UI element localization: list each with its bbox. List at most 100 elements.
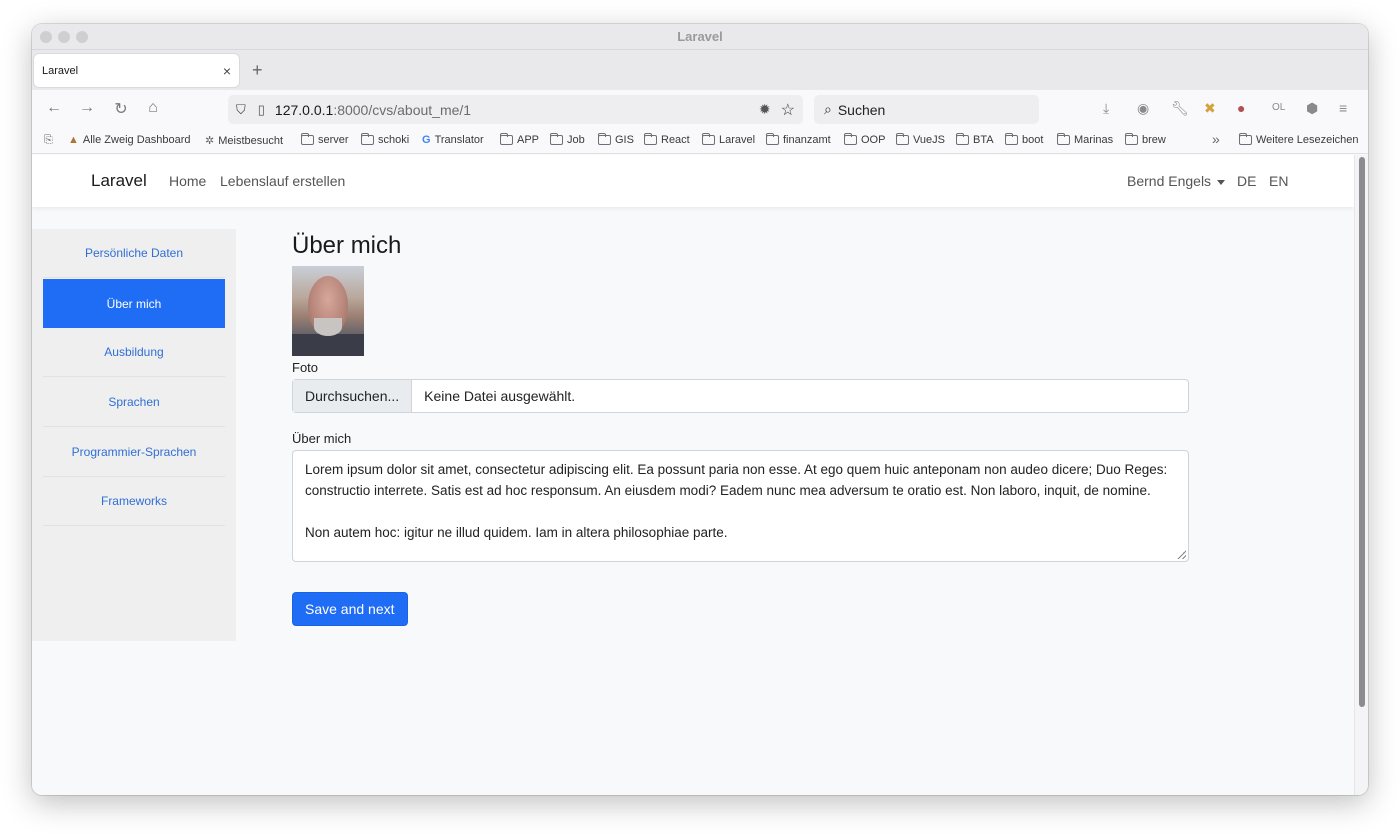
bookmark-folder[interactable]: VueJS [896, 133, 945, 146]
reload-icon[interactable]: ↻ [111, 99, 131, 119]
cube-icon[interactable]: ⬢ [1306, 100, 1318, 117]
bookmark-folder[interactable]: Marinas [1057, 133, 1113, 146]
app-navbar: Laravel Home Lebenslauf erstellen Bernd … [32, 155, 1354, 207]
bookmark-folder[interactable]: server [301, 133, 349, 146]
bookmark-folder[interactable]: React [644, 133, 690, 146]
ol-extension-icon[interactable]: OL [1272, 102, 1285, 113]
shield-icon[interactable]: ⛉ [236, 102, 246, 118]
folder-icon [956, 133, 969, 145]
folder-icon [1057, 133, 1070, 145]
resize-handle-icon[interactable] [1177, 550, 1186, 559]
new-tab-button[interactable]: + [252, 60, 263, 81]
folder-icon [598, 133, 611, 145]
bookmark-folder[interactable]: APP [500, 133, 539, 146]
back-icon[interactable]: ← [44, 99, 64, 117]
about-me-paragraph: Non autem hoc: igitur ne illud quidem. I… [305, 525, 728, 540]
bookmark-folder[interactable]: GIS [598, 133, 634, 146]
folder-icon [500, 133, 513, 145]
folder-icon [1239, 133, 1252, 145]
about-me-paragraph: Lorem ipsum dolor sit amet, consectetur … [305, 462, 1168, 498]
page-icon: ▯ [257, 101, 265, 117]
bookmark-star-icon[interactable]: ☆ [781, 100, 795, 120]
scrollbar-thumb[interactable] [1359, 157, 1365, 707]
folder-icon [702, 133, 715, 145]
tab-laravel[interactable]: Laravel × [34, 54, 239, 87]
page-scrollbar[interactable] [1354, 155, 1368, 795]
folder-icon [644, 133, 657, 145]
photo-file-input[interactable]: Durchsuchen... Keine Datei ausgewählt. [292, 379, 1189, 413]
folder-icon [550, 133, 563, 145]
puzzle-icon[interactable]: ✖ [1204, 100, 1216, 117]
bookmark-folder[interactable]: brew [1125, 133, 1166, 146]
browser-window: Laravel Laravel × + ← → ↻ ⌂ ⛉ ▯ 127.0.0.… [32, 24, 1368, 795]
about-me-textarea[interactable]: Lorem ipsum dolor sit amet, consectetur … [292, 450, 1189, 562]
bookmark-folder[interactable]: boot [1005, 133, 1043, 146]
bookmark-item[interactable]: ✲ Meistbesucht [205, 134, 283, 148]
file-status: Keine Datei ausgewählt. [424, 388, 576, 404]
folder-icon [361, 133, 374, 145]
bookmark-folder[interactable]: Job [550, 133, 585, 146]
bookmark-folder[interactable]: schoki [361, 133, 409, 146]
google-icon: G [422, 134, 431, 146]
folder-icon [896, 133, 909, 145]
bookmark-item[interactable]: G Translator [422, 134, 484, 146]
color-extension-icon[interactable]: ● [1237, 100, 1245, 116]
nav-link-home[interactable]: Home [169, 173, 206, 189]
folder-icon [1005, 133, 1018, 145]
title-bar: Laravel [32, 24, 1368, 50]
url-host: 127.0.0.1 [274, 101, 334, 118]
home-icon[interactable]: ⌂ [143, 99, 163, 117]
bookmark-item[interactable]: ▲ Alle Zweig Dashboard [68, 134, 191, 146]
search-placeholder: Suchen [837, 101, 886, 118]
browser-toolbar: ← → ↻ ⌂ ⛉ ▯ 127.0.0.1 :8000/cvs/about_me… [32, 90, 1368, 128]
extension-disc-icon[interactable]: ◉ [1137, 100, 1149, 117]
bookmark-folder[interactable]: OOP [844, 133, 885, 146]
sidebar-item-languages[interactable]: Sprachen [43, 378, 225, 427]
url-path: :8000/cvs/about_me/1 [333, 101, 472, 118]
folder-icon [766, 133, 779, 145]
bug-icon[interactable]: ✹ [759, 101, 771, 118]
bookmark-folder[interactable]: BTA [956, 133, 994, 146]
menu-icon[interactable]: ≡ [1339, 100, 1347, 116]
profile-photo [292, 266, 364, 356]
sidebar-item-education[interactable]: Ausbildung [43, 328, 225, 377]
browse-button[interactable]: Durchsuchen... [293, 380, 413, 412]
url-bar[interactable]: ⛉ ▯ 127.0.0.1 :8000/cvs/about_me/1 ✹ ☆ [228, 95, 803, 124]
caret-down-icon [1217, 179, 1226, 185]
gear-icon: ✲ [205, 135, 215, 147]
user-dropdown[interactable]: Bernd Engels [1127, 173, 1226, 189]
lang-de-link[interactable]: DE [1237, 173, 1256, 189]
search-input[interactable]: ⌕ Suchen [814, 95, 1039, 124]
site-icon: ▲ [68, 134, 79, 146]
folder-icon [301, 133, 314, 145]
tab-label: Laravel [42, 64, 79, 77]
lang-en-link[interactable]: EN [1269, 173, 1288, 189]
navbar-brand[interactable]: Laravel [91, 171, 147, 191]
close-tab-icon[interactable]: × [223, 63, 231, 79]
bookmark-folder[interactable]: Laravel [702, 133, 755, 146]
about-me-label: Über mich [292, 431, 352, 446]
window-title: Laravel [677, 29, 723, 44]
folder-icon [844, 133, 857, 145]
search-icon: ⌕ [824, 101, 832, 117]
other-bookmarks-folder[interactable]: Weitere Lesezeichen [1239, 133, 1359, 146]
download-icon[interactable]: ⤓ [1103, 100, 1109, 117]
folder-icon [1125, 133, 1138, 145]
save-and-next-button[interactable]: Save and next [292, 592, 408, 626]
forward-icon[interactable]: → [77, 99, 97, 117]
sidebar: Persönliche Daten Über mich Ausbildung S… [32, 229, 236, 641]
bookmark-folder[interactable]: finanzamt [766, 133, 831, 146]
sidebar-item-programming-languages[interactable]: Programmier-Sprachen [43, 428, 225, 477]
photo-label: Foto [292, 360, 319, 375]
more-bookmarks-icon[interactable]: » [1212, 131, 1220, 147]
page-title: Über mich [292, 232, 402, 259]
tab-bar: Laravel × + [32, 50, 1368, 90]
bookmarks-toolbar: ⎘ ▲ Alle Zweig Dashboard ✲ Meistbesucht se… [32, 128, 1368, 154]
sidebar-item-about-me[interactable]: Über mich [43, 279, 225, 328]
bookmarks-manager-icon[interactable]: ⎘ [44, 134, 53, 147]
page-viewport: Laravel Home Lebenslauf erstellen Bernd … [32, 155, 1354, 795]
wrench-icon[interactable]: 🔧︎ [1171, 100, 1189, 117]
sidebar-item-personal-data[interactable]: Persönliche Daten [43, 229, 225, 278]
sidebar-item-frameworks[interactable]: Frameworks [43, 477, 225, 526]
nav-link-create-cv[interactable]: Lebenslauf erstellen [220, 173, 345, 189]
